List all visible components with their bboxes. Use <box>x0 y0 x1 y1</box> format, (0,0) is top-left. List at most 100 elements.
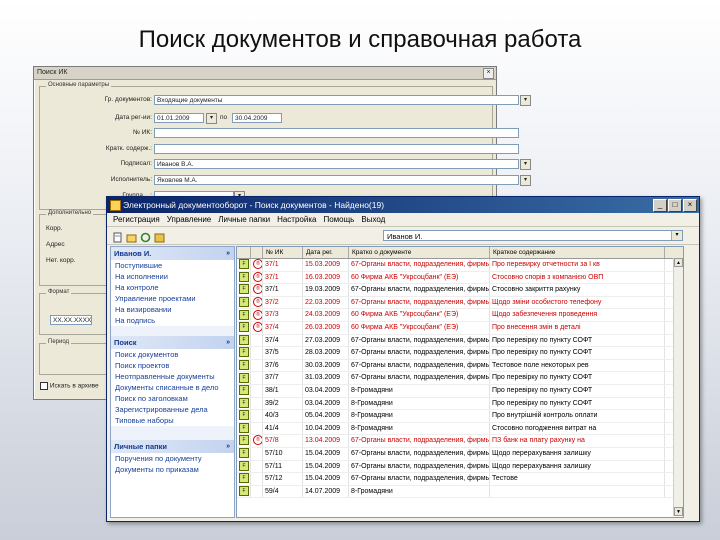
pane-head-search[interactable]: Поиск » <box>111 336 234 349</box>
format-input[interactable]: XX.XX.XXXX <box>50 315 92 325</box>
nav-link[interactable]: На контроле <box>111 282 234 293</box>
form-input[interactable] <box>154 144 519 154</box>
table-row[interactable]: F 41/4 10.04.2009 8-Громадяни Стосовно погод… <box>237 422 683 436</box>
table-row[interactable]: F 39/2 03.04.2009 8-Громадяни Про перевірку … <box>237 397 683 411</box>
archive-checkbox-row[interactable]: Искать в архиве <box>40 382 99 390</box>
row-mark-cell: ® <box>251 271 263 284</box>
table-row[interactable]: F ® 37/3 24.03.2009 60 Фирма АКБ "Укрсоцбанк… <box>237 309 683 322</box>
extra-label: Нет. корр. <box>46 257 76 264</box>
scroll-down-icon[interactable]: ▼ <box>674 507 683 516</box>
table-row[interactable]: F ® 57/8 13.04.2009 67-Органы власти, подраз… <box>237 435 683 448</box>
menu-item[interactable]: Выход <box>361 213 385 226</box>
form-input[interactable] <box>154 128 519 138</box>
nav-link[interactable]: Поступившие <box>111 260 234 271</box>
search-link[interactable]: Поиск по заголовкам <box>111 393 234 404</box>
search-link[interactable]: Неотправленные документы <box>111 371 234 382</box>
menu-item[interactable]: Регистрация <box>113 213 160 226</box>
row-number: 57/12 <box>263 473 303 485</box>
menu-item[interactable]: Личные папки <box>218 213 270 226</box>
search-link[interactable]: Типовые наборы <box>111 415 234 426</box>
table-row[interactable]: F 57/12 15.04.2009 67-Органы власти, подраз… <box>237 473 683 486</box>
dropdown-icon[interactable]: ▾ <box>520 95 531 106</box>
minimize-button[interactable]: _ <box>653 199 667 212</box>
date-from-dropdown-icon[interactable]: ▾ <box>206 113 217 124</box>
pane-head-user[interactable]: Иванов И. » <box>111 247 234 260</box>
dropdown-icon[interactable]: ▾ <box>520 159 531 170</box>
form-input[interactable]: Входящие документы <box>154 95 519 105</box>
column-header[interactable]: № ИК <box>263 247 303 258</box>
user-select[interactable]: Иванов И. ▾ <box>383 230 683 241</box>
row-summary: Про перевірку по пункту СОФТ <box>490 334 665 347</box>
row-number: 37/3 <box>263 309 303 321</box>
nav-link[interactable]: На исполнении <box>111 271 234 282</box>
pane-separator <box>111 326 234 336</box>
row-summary: Про внутрішній контроль оплати <box>490 410 665 422</box>
dropdown-icon[interactable]: ▾ <box>520 175 531 186</box>
form-label: Кратк. содерж.: <box>105 145 152 152</box>
column-header[interactable]: Дата рег. <box>303 247 349 258</box>
search-link[interactable]: Поиск документов <box>111 349 234 360</box>
row-flag-cell: F <box>237 359 251 372</box>
folder-icon[interactable] <box>154 230 165 243</box>
scroll-up-icon[interactable]: ▲ <box>674 258 683 267</box>
column-header[interactable] <box>237 247 251 258</box>
table-row[interactable]: F 57/10 15.04.2009 67-Органы власти, подраз… <box>237 447 683 461</box>
pane-head-personal[interactable]: Личные папки » <box>111 440 234 453</box>
user-select-dropdown-icon[interactable]: ▾ <box>671 231 682 240</box>
search-link[interactable]: Поиск проектов <box>111 360 234 371</box>
column-header[interactable] <box>251 247 263 258</box>
search-link[interactable]: Зарегистрированные дела <box>111 404 234 415</box>
row-correspondent: 67-Органы власти, подразделения, фирмы <box>349 334 490 347</box>
chevron-icon[interactable]: » <box>226 336 230 349</box>
table-row[interactable]: F ® 37/1 19.03.2009 67-Органы власти, подраз… <box>237 284 683 297</box>
table-row[interactable]: F 37/5 28.03.2009 67-Органы власти, подразд… <box>237 347 683 360</box>
dialog-close-button[interactable]: × <box>483 68 494 79</box>
chevron-icon[interactable]: » <box>226 440 230 453</box>
table-row[interactable]: F ® 37/1 15.03.2009 67-Органы власти, подраз… <box>237 259 683 272</box>
nav-link[interactable]: На подпись <box>111 315 234 326</box>
table-row[interactable]: F ® 37/1 16.03.2009 60 Фирма АКБ "Укрсоцбанк… <box>237 271 683 285</box>
personal-link[interactable]: Поручения по документу <box>111 453 234 464</box>
table-row[interactable]: F ® 37/2 22.03.2009 67-Органы власти, подраз… <box>237 296 683 310</box>
form-input[interactable]: Иванов В.А. <box>154 159 519 169</box>
chevron-icon[interactable]: » <box>226 247 230 260</box>
row-flag-cell: F <box>237 347 251 359</box>
table-row[interactable]: F 38/1 03.04.2009 8-Громадяни Про перевірку … <box>237 384 683 398</box>
table-row[interactable]: F 59/4 14.07.2009 8-Громадяни <box>237 485 683 499</box>
table-row[interactable]: F 40/3 05.04.2009 8-Громадяни Про внутрішній… <box>237 410 683 423</box>
registered-mark-icon: ® <box>253 284 262 295</box>
refresh-icon[interactable] <box>140 230 151 243</box>
form-row: Кратк. содерж.: <box>44 144 519 155</box>
nav-link[interactable]: На визировании <box>111 304 234 315</box>
table-row[interactable]: F 37/7 31.03.2009 67-Органы власти, подразд… <box>237 372 683 385</box>
form-label: Гр. документов: <box>104 96 152 103</box>
registered-mark-icon: ® <box>253 435 262 446</box>
row-date: 13.04.2009 <box>303 435 349 447</box>
row-summary: Стосовно погодження витрат на <box>490 422 665 435</box>
nav-link[interactable]: Управление проектами <box>111 293 234 304</box>
table-row[interactable]: F 57/11 15.04.2009 67-Органы власти, подраз… <box>237 460 683 474</box>
row-flag-cell: F <box>237 284 251 296</box>
pane-head-personal-label: Личные папки <box>114 442 168 451</box>
menu-item[interactable]: Управление <box>167 213 211 226</box>
column-header[interactable]: Краткое содержание <box>490 247 665 258</box>
maximize-button[interactable]: □ <box>668 199 682 212</box>
new-document-icon[interactable] <box>112 230 123 243</box>
archive-checkbox[interactable] <box>40 382 48 390</box>
open-document-icon[interactable] <box>126 230 137 243</box>
menu-item[interactable]: Настройка <box>277 213 316 226</box>
column-header[interactable]: Кратко о документе <box>349 247 490 258</box>
form-input[interactable]: Яковлев М.А. <box>154 175 519 185</box>
search-link[interactable]: Документы списанные в дело <box>111 382 234 393</box>
table-row[interactable]: F ® 37/4 26.03.2009 60 Фирма АКБ "Укрсоцбанк… <box>237 321 683 335</box>
row-summary: Щодо зміни особистого телефону <box>490 296 665 309</box>
close-button[interactable]: × <box>683 199 697 212</box>
vertical-scrollbar[interactable]: ▲ ▼ <box>673 258 683 516</box>
date-from-input[interactable]: 01.01.2009 <box>154 113 204 123</box>
table-row[interactable]: F 37/4 27.03.2009 67-Органы власти, подразд… <box>237 334 683 348</box>
date-to-input[interactable]: 30.04.2009 <box>232 113 282 123</box>
row-mark-cell <box>251 410 263 422</box>
personal-link[interactable]: Документы по приказам <box>111 464 234 475</box>
menu-item[interactable]: Помощь <box>323 213 354 226</box>
table-row[interactable]: F 37/6 30.03.2009 67-Органы власти, подразд… <box>237 359 683 373</box>
